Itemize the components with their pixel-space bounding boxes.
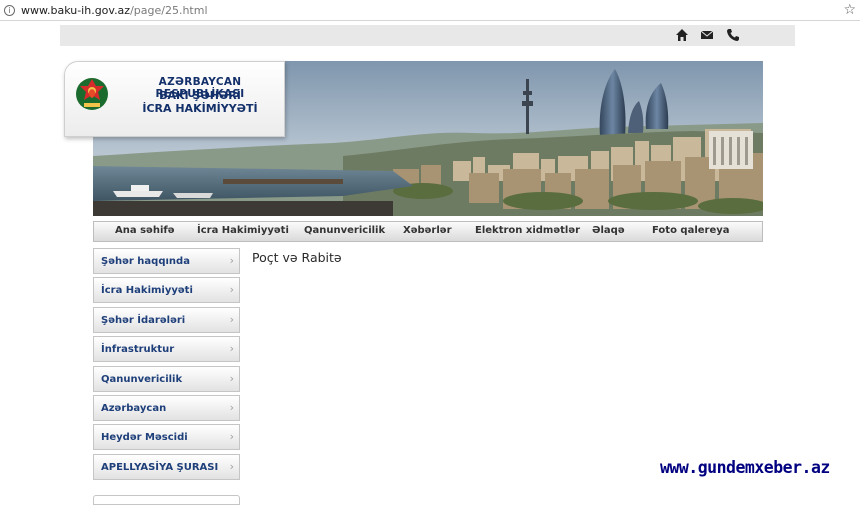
site-logo-header[interactable]: AZƏRBAYCAN RESPUBLİKASI BAKI ŞƏHƏRİ İCRA… (64, 61, 285, 137)
sidebar-item-executive[interactable]: İcra Hakimiyyəti › (93, 277, 240, 303)
browser-address-bar[interactable]: i www.baku-ih.gov.az/page/25.html ☆ (0, 0, 860, 21)
nav-home[interactable]: Ana səhifə (115, 225, 175, 236)
sidebar-item-label: Qanunvericilik (101, 374, 183, 385)
sidebar-item-label: İcra Hakimiyyəti (101, 285, 193, 296)
sidebar-item-label: Heydər Məscidi (101, 432, 188, 443)
sidebar-item-legislation[interactable]: Qanunvericilik › (93, 366, 240, 392)
info-icon[interactable]: i (4, 4, 15, 16)
sidebar-item-label: APELLYASİYA ŞURASI (101, 462, 219, 473)
chevron-right-icon: › (229, 283, 234, 296)
url-text[interactable]: www.baku-ih.gov.az/page/25.html (21, 4, 208, 17)
watermark-text: www.gundemxeber.az (660, 458, 830, 477)
chevron-right-icon: › (229, 313, 234, 326)
chevron-right-icon: › (229, 342, 234, 355)
sidebar-item-appeals-council[interactable]: APELLYASİYA ŞURASI › (93, 454, 240, 480)
sidebar-search-box[interactable] (93, 495, 240, 505)
url-path: /page/25.html (130, 3, 208, 17)
sidebar-item-infrastructure[interactable]: İnfrastruktur › (93, 336, 240, 362)
chevron-right-icon: › (229, 401, 234, 414)
header-line-executive: İCRA HAKİMİYYƏTİ (142, 102, 258, 115)
home-icon[interactable] (675, 28, 689, 42)
main-navigation: Ana səhifə İcra Hakimiyyəti Qanunvericil… (93, 221, 763, 242)
nav-executive[interactable]: İcra Hakimiyyəti (197, 225, 289, 236)
url-host: www.baku-ih.gov.az (21, 3, 131, 17)
chevron-right-icon: › (229, 460, 234, 473)
sidebar-item-heydar-mosque[interactable]: Heydər Məscidi › (93, 424, 240, 450)
chevron-right-icon: › (229, 430, 234, 443)
chevron-right-icon: › (229, 372, 234, 385)
sidebar-item-city-departments[interactable]: Şəhər İdarələri › (93, 307, 240, 333)
nav-e-services[interactable]: Elektron xidmətlər (475, 225, 580, 236)
nav-photo-gallery[interactable]: Foto qalereya (652, 225, 730, 236)
sidebar-item-azerbaijan[interactable]: Azərbaycan › (93, 395, 240, 421)
phone-icon[interactable] (726, 28, 740, 42)
sidebar-item-label: Şəhər haqqında (101, 256, 190, 267)
sidebar-item-about-city[interactable]: Şəhər haqqında › (93, 248, 240, 274)
coat-of-arms-icon (76, 78, 108, 110)
nav-legislation[interactable]: Qanunvericilik (304, 225, 385, 236)
sidebar-item-label: Şəhər İdarələri (101, 315, 186, 326)
header-line-city: BAKI ŞƏHƏRİ (159, 89, 241, 102)
chevron-right-icon: › (229, 254, 234, 267)
sidebar-item-label: İnfrastruktur (101, 344, 175, 355)
nav-contact[interactable]: Əlaqə (592, 225, 625, 236)
nav-news[interactable]: Xəbərlər (403, 225, 452, 236)
sidebar-item-label: Azərbaycan (101, 403, 167, 414)
top-utility-bar (60, 25, 795, 46)
bookmark-star-icon[interactable]: ☆ (843, 2, 856, 18)
mail-icon[interactable] (700, 28, 714, 42)
page-title: Poçt və Rabitə (252, 250, 342, 265)
